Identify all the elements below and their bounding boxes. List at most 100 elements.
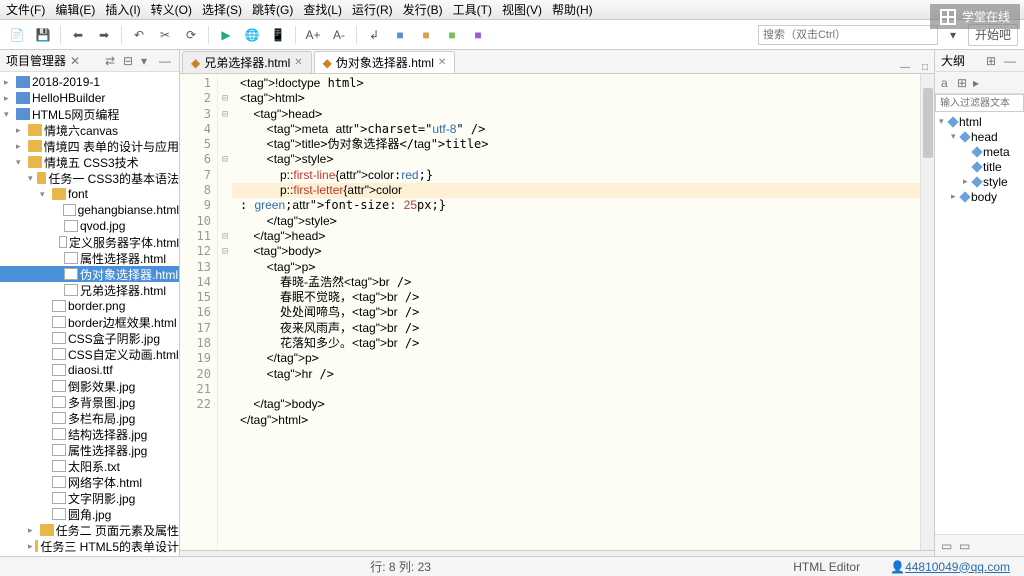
vertical-scrollbar[interactable] — [920, 74, 934, 550]
tree-item[interactable]: diaosi.ttf — [0, 362, 179, 378]
tree-item[interactable]: ▾HTML5网页编程 — [0, 106, 179, 122]
editor-mode: HTML Editor — [793, 560, 860, 574]
menu-escape[interactable]: 转义(O) — [151, 1, 192, 18]
tree-item[interactable]: 定义服务器字体.html — [0, 234, 179, 250]
tree-item[interactable]: 属性选择器.jpg — [0, 442, 179, 458]
tree-item[interactable]: 圆角.jpg — [0, 506, 179, 522]
run-icon[interactable]: ▶ — [215, 24, 237, 46]
collapse-icon[interactable]: ⊟ — [123, 54, 137, 68]
outline-panel: 大纲 ⊞ — a ⊞ ▸ ▾html▾headmetatitle▸style▸b… — [934, 50, 1024, 556]
outline-filter-input[interactable] — [935, 94, 1024, 112]
tree-item[interactable]: ▸HelloHBuilder — [0, 90, 179, 106]
menu-icon[interactable]: ▾ — [141, 54, 155, 68]
tree-item[interactable]: CSS自定义动画.html — [0, 346, 179, 362]
outline-item[interactable]: ▸body — [937, 189, 1022, 204]
sort-icon[interactable]: a — [941, 76, 955, 90]
wrap-icon[interactable]: ↲ — [363, 24, 385, 46]
undo-icon[interactable]: ↶ — [128, 24, 150, 46]
outline-item[interactable]: title — [937, 159, 1022, 174]
project-explorer: 项目管理器 ✕ ⇄ ⊟ ▾ — ▸2018-2019-1▸HelloHBuild… — [0, 50, 180, 556]
menu-help[interactable]: 帮助(H) — [552, 1, 593, 18]
close-icon[interactable]: ✕ — [438, 57, 446, 68]
link-icon[interactable]: ⇄ — [105, 54, 119, 68]
tree-item[interactable]: ▸2018-2019-1 — [0, 74, 179, 90]
tab-pseudo-selector[interactable]: ◆ 伪对象选择器.html ✕ — [314, 51, 456, 73]
menu-insert[interactable]: 插入(I) — [105, 1, 140, 18]
project-tree[interactable]: ▸2018-2019-1▸HelloHBuilder▾HTML5网页编程▸情境六… — [0, 72, 179, 556]
outline-btn2-icon[interactable]: ▭ — [959, 539, 973, 553]
menu-find[interactable]: 查找(L) — [303, 1, 342, 18]
tab-maximize-icon[interactable]: □ — [916, 62, 934, 73]
minimize-icon[interactable]: — — [159, 54, 173, 68]
outline-tab2-icon[interactable]: ⊞ — [986, 54, 1000, 68]
tree-item[interactable]: qvod.jpg — [0, 218, 179, 234]
tree-item[interactable]: ▾font — [0, 186, 179, 202]
save-icon[interactable]: 💾 — [32, 24, 54, 46]
cut-icon[interactable]: ✂ — [154, 24, 176, 46]
tree-item[interactable]: 倒影效果.jpg — [0, 378, 179, 394]
tab-sibling-selector[interactable]: ◆ 兄弟选择器.html ✕ — [182, 51, 312, 73]
close-icon[interactable]: ✕ — [294, 57, 302, 68]
forward-icon[interactable]: ➡ — [93, 24, 115, 46]
tree-item[interactable]: 多栏布局.jpg — [0, 410, 179, 426]
menu-goto[interactable]: 跳转(G) — [252, 1, 293, 18]
tree-item[interactable]: 网络字体.html — [0, 474, 179, 490]
expand-icon[interactable]: ▸ — [973, 76, 987, 90]
close-icon[interactable]: ✕ — [70, 54, 84, 68]
menu-tools[interactable]: 工具(T) — [453, 1, 492, 18]
tree-item[interactable]: CSS盒子阴影.jpg — [0, 330, 179, 346]
palette4-icon[interactable]: ■ — [467, 24, 489, 46]
tree-item[interactable]: ▾任务一 CSS3的基本语法 — [0, 170, 179, 186]
refresh-icon[interactable]: ⟳ — [180, 24, 202, 46]
menu-file[interactable]: 文件(F) — [6, 1, 45, 18]
palette3-icon[interactable]: ■ — [441, 24, 463, 46]
phone-icon[interactable]: 📱 — [267, 24, 289, 46]
menu-select[interactable]: 选择(S) — [202, 1, 242, 18]
tree-icon[interactable]: ⊞ — [957, 76, 971, 90]
html-file-icon: ◆ — [323, 56, 332, 70]
tree-item[interactable]: 兄弟选择器.html — [0, 282, 179, 298]
outline-item[interactable]: ▸style — [937, 174, 1022, 189]
palette2-icon[interactable]: ■ — [415, 24, 437, 46]
outline-item[interactable]: ▾head — [937, 129, 1022, 144]
search-input[interactable] — [758, 25, 938, 45]
outline-tree[interactable]: ▾html▾headmetatitle▸style▸body — [935, 112, 1024, 534]
minimize-icon[interactable]: — — [1004, 54, 1018, 68]
tree-item[interactable]: ▸情境六canvas — [0, 122, 179, 138]
tree-item[interactable]: 结构选择器.jpg — [0, 426, 179, 442]
tree-item[interactable]: ▾情境五 CSS3技术 — [0, 154, 179, 170]
browser-icon[interactable]: 🌐 — [241, 24, 263, 46]
new-file-icon[interactable]: 📄 — [6, 24, 28, 46]
palette1-icon[interactable]: ■ — [389, 24, 411, 46]
outline-item[interactable]: meta — [937, 144, 1022, 159]
tree-item[interactable]: border边框效果.html — [0, 314, 179, 330]
tree-item[interactable]: border.png — [0, 298, 179, 314]
editor-area: ◆ 兄弟选择器.html ✕ ◆ 伪对象选择器.html ✕ — □ 12345… — [180, 50, 934, 556]
back-icon[interactable]: ⬅ — [67, 24, 89, 46]
user-icon: 👤 — [890, 560, 905, 574]
code-editor[interactable]: <tag">!doctype html> <tag">html> <tag">h… — [232, 74, 920, 550]
tree-item[interactable]: 太阳系.txt — [0, 458, 179, 474]
user-link[interactable]: 44810049@qq.com — [905, 560, 1010, 574]
fold-column[interactable]: ⊟⊟⊟⊟⊟ — [218, 74, 232, 550]
tree-item[interactable]: ▸任务二 页面元素及属性 — [0, 522, 179, 538]
menu-view[interactable]: 视图(V) — [502, 1, 542, 18]
tree-item[interactable]: ▸任务三 HTML5的表单设计 — [0, 538, 179, 554]
tree-item[interactable]: 多背景图.jpg — [0, 394, 179, 410]
menu-publish[interactable]: 发行(B) — [403, 1, 443, 18]
menu-run[interactable]: 运行(R) — [352, 1, 393, 18]
line-gutter: 12345678910111213141516171819202122 — [180, 74, 218, 550]
tree-item[interactable]: 文字阴影.jpg — [0, 490, 179, 506]
font-dec-icon[interactable]: A- — [328, 24, 350, 46]
menubar: 文件(F) 编辑(E) 插入(I) 转义(O) 选择(S) 跳转(G) 查找(L… — [0, 0, 1024, 20]
menu-edit[interactable]: 编辑(E) — [55, 1, 95, 18]
outline-item[interactable]: ▾html — [937, 114, 1022, 129]
tree-item[interactable]: 伪对象选择器.html — [0, 266, 179, 282]
outline-btn1-icon[interactable]: ▭ — [941, 539, 955, 553]
tree-item[interactable]: ▸情境四 表单的设计与应用 — [0, 138, 179, 154]
tree-item[interactable]: 属性选择器.html — [0, 250, 179, 266]
tree-item[interactable]: gehangbianse.html — [0, 202, 179, 218]
tab-minimize-icon[interactable]: — — [894, 62, 916, 73]
font-inc-icon[interactable]: A+ — [302, 24, 324, 46]
outline-tab-title[interactable]: 大纲 — [941, 52, 965, 69]
